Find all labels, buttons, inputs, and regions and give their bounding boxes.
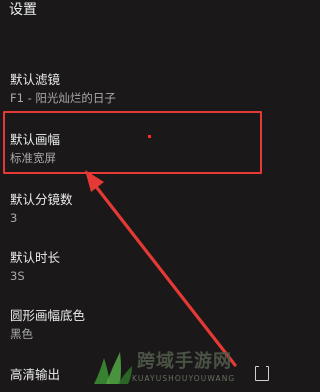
setting-label: 默认滤镜 bbox=[10, 72, 61, 87]
watermark-text: 跨域手游网 bbox=[137, 351, 232, 372]
annotation-dot bbox=[148, 135, 151, 138]
watermark-logo-icon bbox=[94, 352, 132, 384]
setting-default-duration[interactable]: 默认时长 3S bbox=[0, 249, 282, 284]
watermark: 跨域手游网 KUAYUSHOUYOUWANG bbox=[90, 344, 280, 390]
settings-screen: 设置 默认滤镜 F1 - 阳光灿烂的日子 默认画幅 标准宽屏 默认分镜数 3 默… bbox=[0, 0, 282, 392]
setting-circle-frame-bg[interactable]: 圆形画幅底色 黑色 bbox=[0, 307, 282, 342]
setting-label: 默认分镜数 bbox=[10, 192, 73, 207]
setting-label: 圆形画幅底色 bbox=[10, 308, 86, 323]
annotation-highlight-box bbox=[3, 111, 262, 174]
page-title: 设置 bbox=[9, 2, 37, 18]
setting-value: 3S bbox=[10, 269, 25, 283]
setting-value: 黑色 bbox=[10, 327, 33, 341]
setting-value: F1 - 阳光灿烂的日子 bbox=[10, 91, 116, 105]
watermark-subtext: KUAYUSHOUYOUWANG bbox=[132, 374, 236, 383]
setting-label: 默认时长 bbox=[10, 250, 61, 265]
setting-default-filter[interactable]: 默认滤镜 F1 - 阳光灿烂的日子 bbox=[0, 71, 282, 106]
setting-value: 3 bbox=[10, 211, 18, 225]
setting-default-shots[interactable]: 默认分镜数 3 bbox=[0, 191, 282, 226]
checkbox-icon[interactable] bbox=[255, 364, 269, 381]
